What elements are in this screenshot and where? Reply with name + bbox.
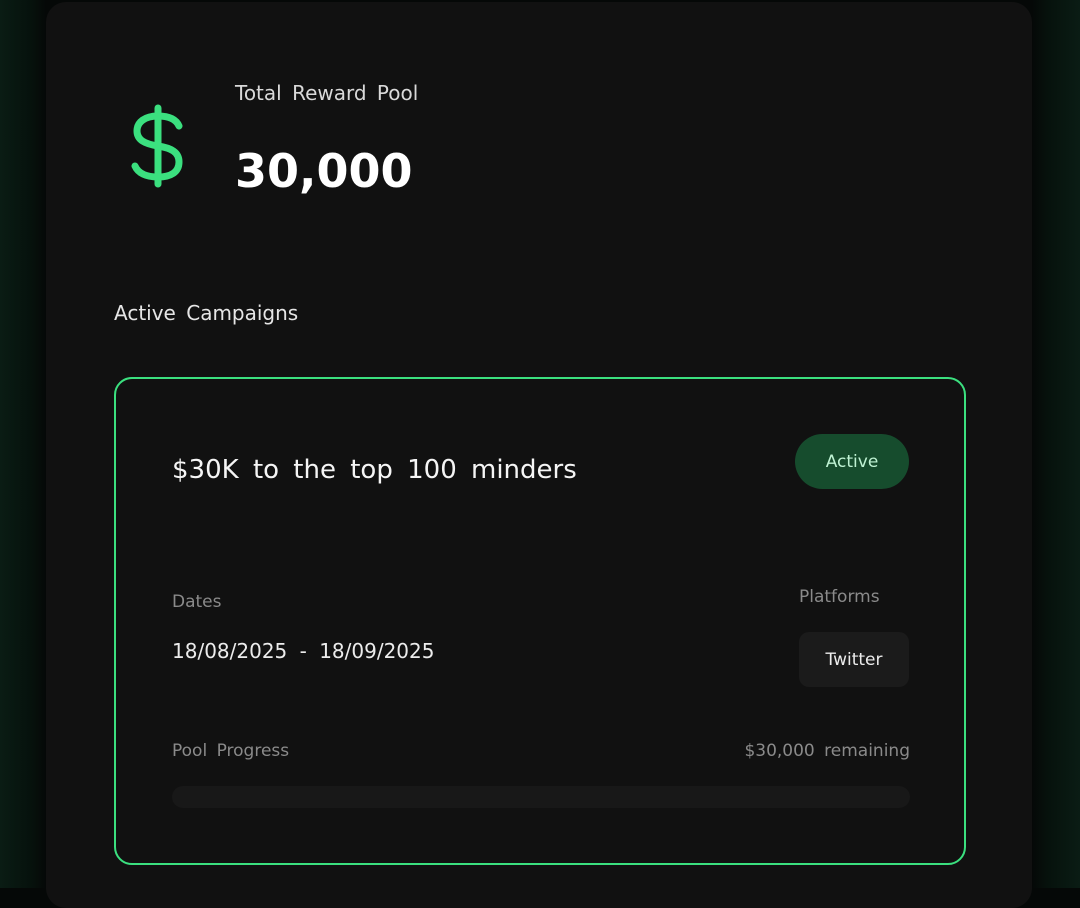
dollar-icon (126, 102, 190, 190)
background-edge-left (0, 0, 46, 888)
remaining-amount: $30,000 remaining (744, 741, 910, 761)
platform-chip-twitter[interactable]: Twitter (799, 632, 909, 687)
section-title: Active Campaigns (114, 301, 299, 325)
campaign-card[interactable]: $30K to the top 100 minders Active Dates… (114, 377, 966, 865)
reward-pool-value: 30,000 (235, 144, 413, 198)
campaign-title: $30K to the top 100 minders (172, 455, 577, 485)
dates-label: Dates (172, 592, 222, 612)
pool-progress-bar (172, 786, 910, 808)
reward-pool-label: Total Reward Pool (235, 81, 419, 105)
status-badge: Active (795, 434, 909, 489)
pool-progress-label: Pool Progress (172, 741, 290, 761)
dates-value: 18/08/2025 - 18/09/2025 (172, 639, 435, 663)
platforms-label: Platforms (799, 587, 880, 607)
background-edge-right (1032, 0, 1080, 888)
